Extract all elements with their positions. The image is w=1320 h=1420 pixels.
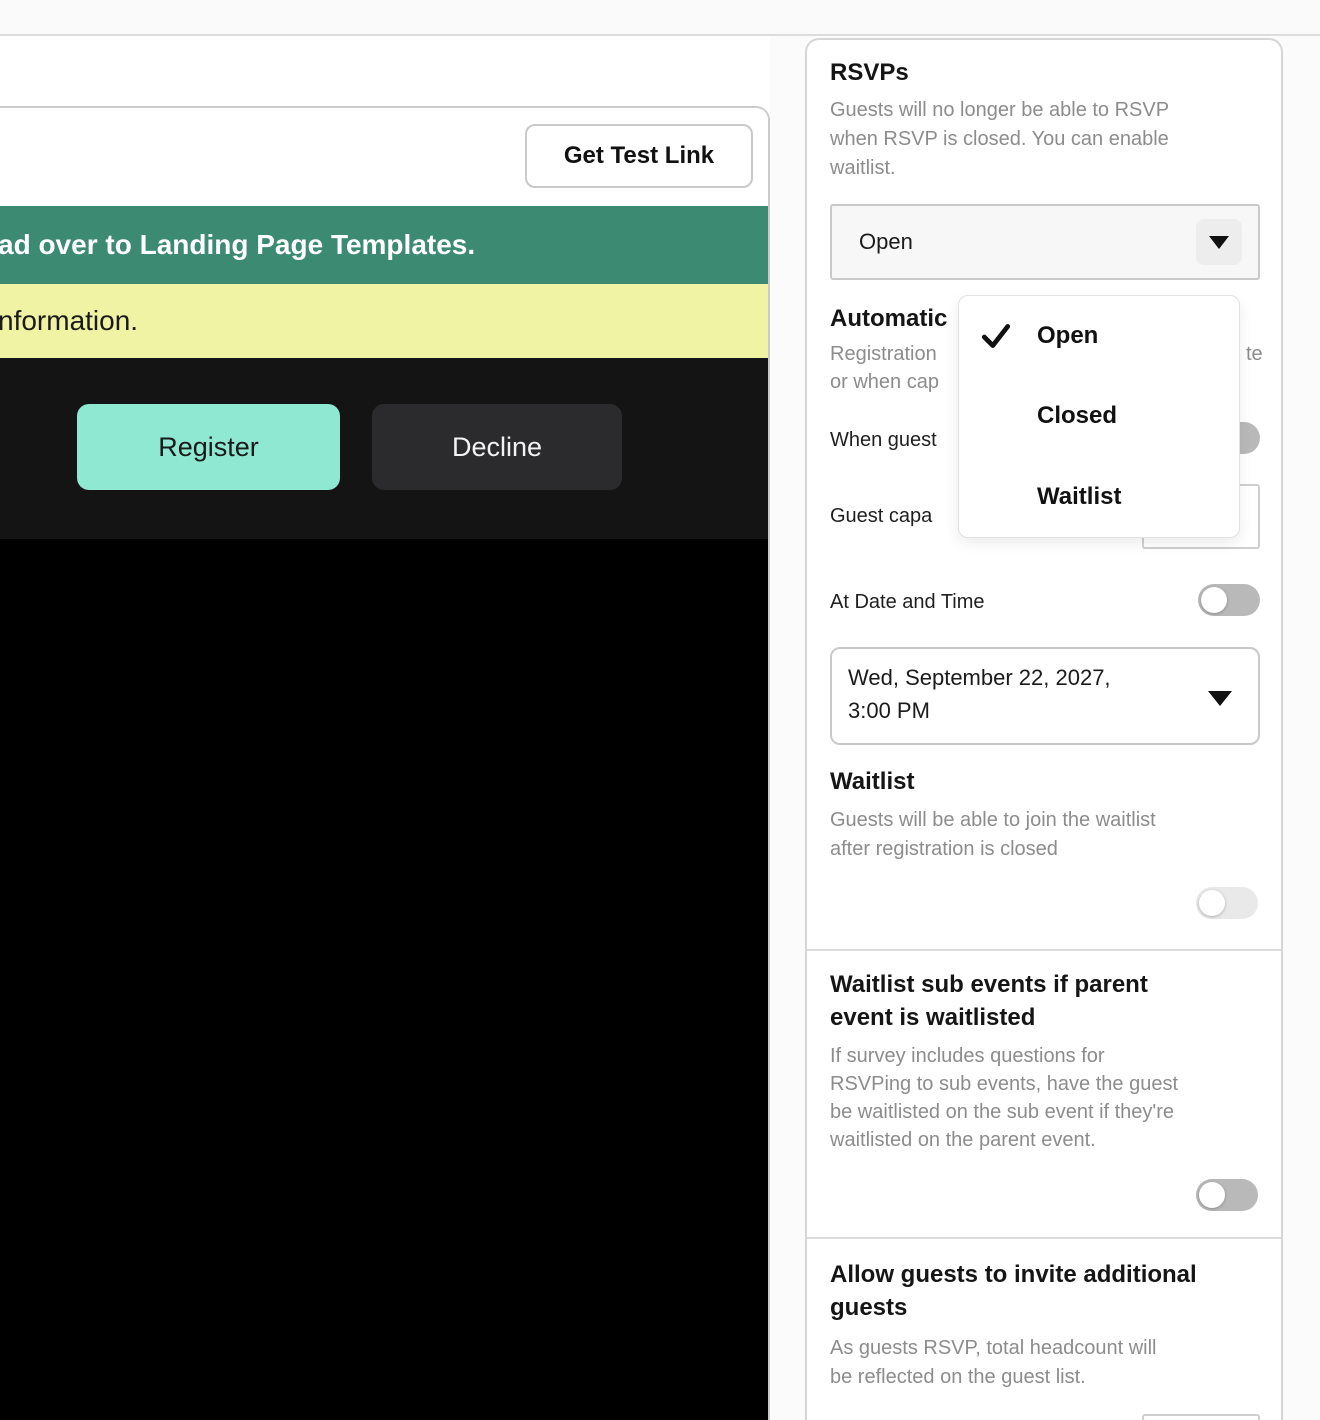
settings-region: RSVPs Guests will no longer be able to R… [770,36,1320,1420]
chevron-down-icon [1209,236,1229,249]
preview-region: Get Test Link ad over to Landing Page Te… [0,36,770,1420]
get-test-link-button[interactable]: Get Test Link [525,124,753,188]
auto-close-description-fragment-1: Registration [830,343,937,366]
menu-item-waitlist[interactable]: Waitlist [959,457,1239,537]
auto-close-description-fragment-2: or when cap [830,371,939,394]
select-chip [1196,219,1242,265]
rsvps-description: Guests will no longer be able to RSVP wh… [830,96,1169,183]
close-date-select[interactable]: Wed, September 22, 2027, 3:00 PM [830,647,1260,745]
menu-item-label: Open [1037,322,1098,350]
chevron-down-icon [1208,691,1232,706]
auto-close-description-fragment-right: te [1246,343,1263,366]
sub-events-toggle[interactable] [1196,1179,1258,1211]
close-date-value: Wed, September 22, 2027, 3:00 PM [848,661,1111,727]
rsvp-status-select[interactable]: Open [830,204,1260,280]
waitlist-description: Guests will be able to join the waitlist… [830,806,1156,864]
information-banner: nformation. [0,284,768,358]
rsvp-settings-card: RSVPs Guests will no longer be able to R… [805,38,1283,1420]
rsvp-status-value: Open [859,206,913,278]
at-date-time-label: At Date and Time [830,586,985,618]
menu-item-label: Waitlist [1037,483,1121,511]
section-divider [807,1237,1281,1239]
landing-page-templates-banner: ad over to Landing Page Templates. [0,206,768,284]
event-preview-card: Get Test Link ad over to Landing Page Te… [0,106,770,1420]
waitlist-title: Waitlist [830,767,914,797]
rsvp-status-menu: Open Closed Waitlist [958,295,1240,538]
additional-guests-input[interactable] [1142,1414,1260,1420]
menu-item-closed[interactable]: Closed [959,376,1239,456]
menu-item-label: Closed [1037,402,1117,430]
top-strip [0,0,1320,36]
invite-guests-title: Allow guests to invite additional guests [830,1258,1197,1324]
decline-button[interactable]: Decline [372,404,622,490]
toggle-knob [1199,1182,1225,1208]
toggle-knob [1201,587,1227,613]
check-icon [979,319,1013,353]
sub-events-description: If survey includes questions for RSVPing… [830,1042,1178,1154]
rsvps-title: RSVPs [830,58,909,88]
invite-guests-description: As guests RSVP, total headcount will be … [830,1334,1156,1392]
when-guests-label: When guest [830,424,937,456]
section-divider [807,949,1281,951]
auto-close-title: Automatic [830,304,947,334]
register-button[interactable]: Register [77,404,340,490]
waitlist-toggle[interactable] [1196,887,1258,919]
menu-item-open[interactable]: Open [959,296,1239,376]
at-date-time-toggle[interactable] [1198,584,1260,616]
preview-header: Get Test Link [0,108,768,206]
page: Get Test Link ad over to Landing Page Te… [0,0,1320,1420]
preview-body-area [0,539,768,1420]
sub-events-title: Waitlist sub events if parent event is w… [830,968,1148,1034]
guest-capacity-label: Guest capa [830,500,932,532]
rsvp-buttons-section: Register Decline [0,358,768,539]
toggle-knob [1199,890,1225,916]
